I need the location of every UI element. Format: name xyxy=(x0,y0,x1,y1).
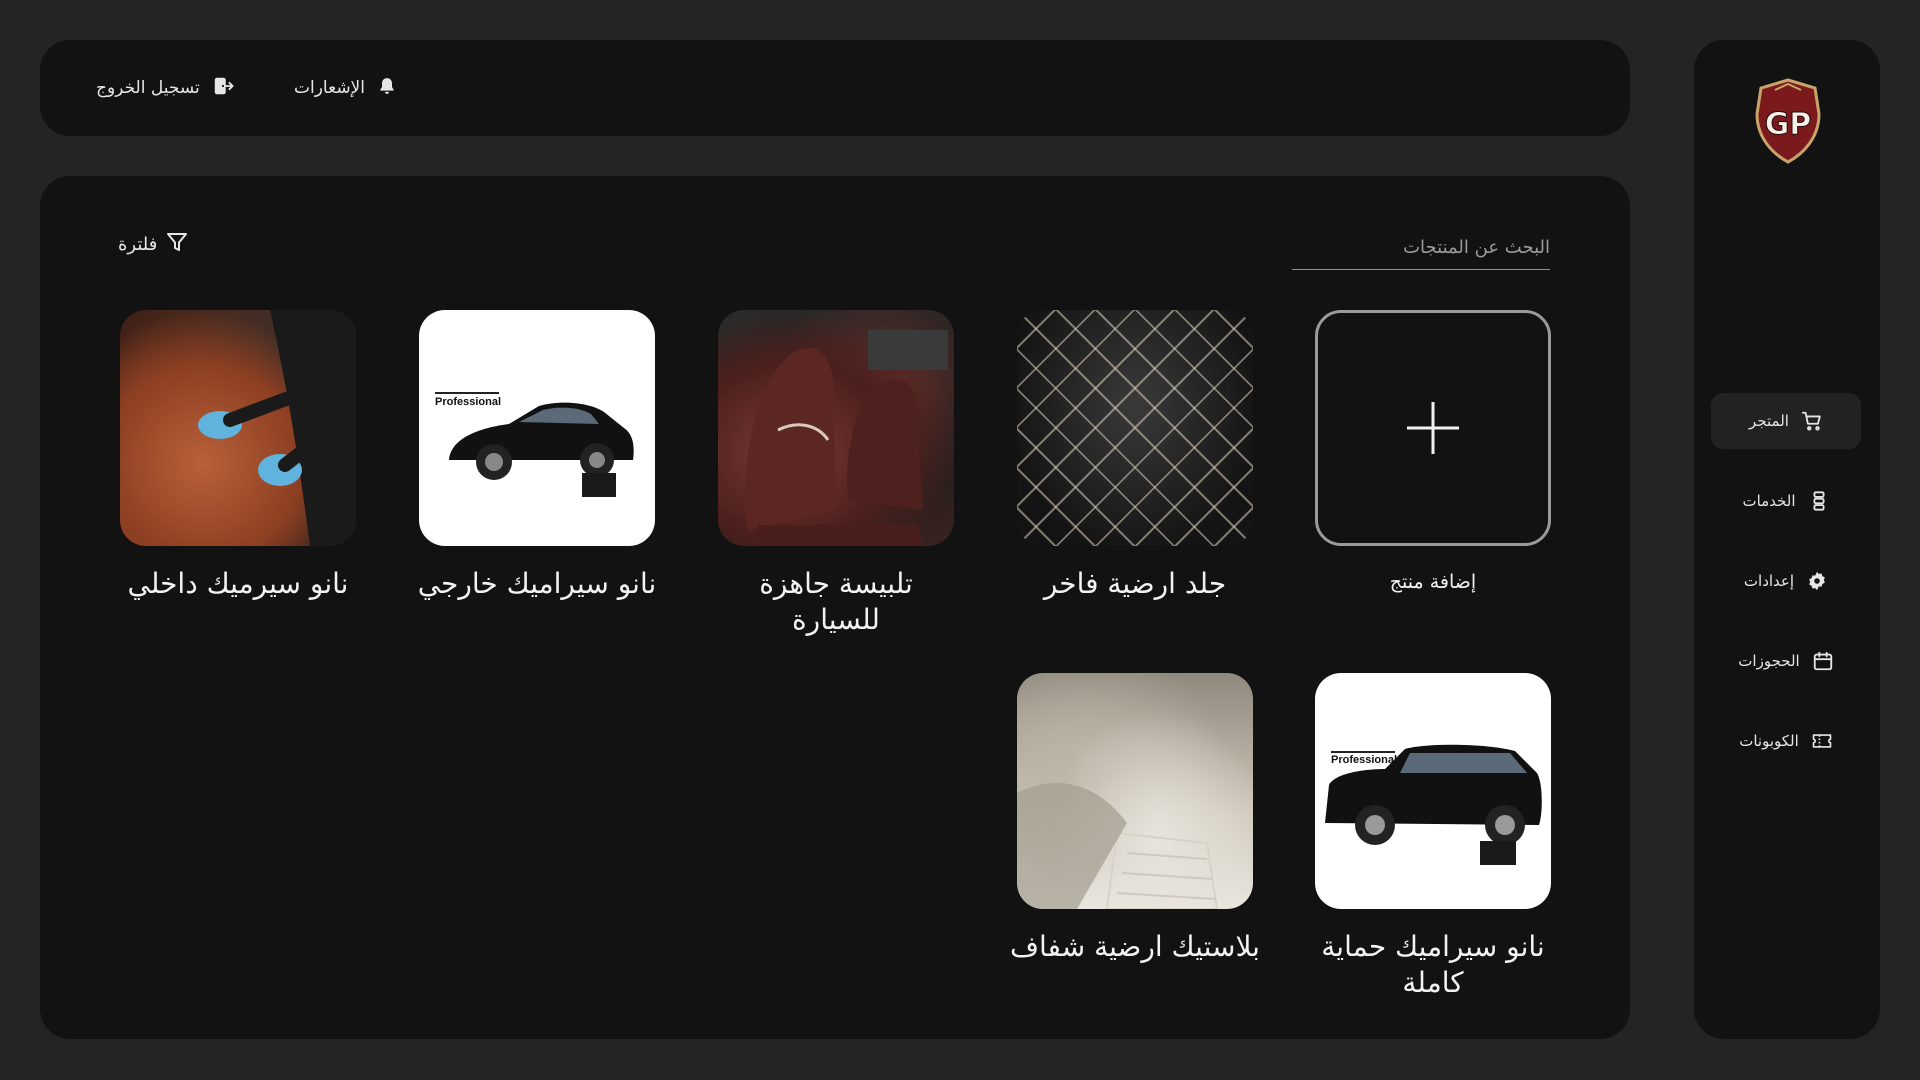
product-image: Professional xyxy=(1315,673,1551,909)
logout-icon xyxy=(212,75,234,102)
product-card[interactable]: جلد ارضية فاخر xyxy=(1017,310,1253,602)
product-title: نانو سيرميك داخلي xyxy=(127,567,349,600)
server-stack-icon xyxy=(1808,490,1830,512)
gear-icon xyxy=(1806,570,1828,592)
brand-label: Professional xyxy=(435,396,502,408)
product-image xyxy=(1017,673,1253,909)
product-image: Professional xyxy=(419,310,655,546)
product-card[interactable]: نانو سيرميك داخلي xyxy=(120,310,356,602)
product-image xyxy=(718,310,954,546)
brand-logo[interactable]: GP xyxy=(1753,78,1823,164)
product-image xyxy=(1017,310,1253,546)
add-product-tile[interactable] xyxy=(1315,310,1551,546)
filter-button[interactable]: فلترة xyxy=(118,228,189,260)
brand-label: Professional xyxy=(1331,754,1398,766)
sidebar-item-store[interactable]: المتجر xyxy=(1711,393,1861,449)
add-product-label: إضافة منتج xyxy=(1389,571,1477,593)
product-search-input[interactable] xyxy=(1292,226,1550,269)
plus-icon xyxy=(1407,402,1459,454)
filter-label: فلترة xyxy=(118,233,158,255)
product-title: بلاستيك ارضية شفاف xyxy=(1010,930,1260,963)
product-card[interactable]: بلاستيك ارضية شفاف xyxy=(1010,673,1260,965)
product-image xyxy=(120,310,356,546)
product-title: جلد ارضية فاخر xyxy=(1043,567,1227,600)
calendar-icon xyxy=(1812,650,1834,672)
product-card[interactable]: Professional نانو سيراميك حماية كاملة xyxy=(1315,673,1551,1001)
top-bar: تسجيل الخروج الإشعارات xyxy=(40,40,1630,136)
product-title: تلبيسة جاهزة للسيارة xyxy=(759,567,913,636)
sidebar-item-bookings[interactable]: الحجوزات xyxy=(1711,633,1861,689)
product-card[interactable]: Professional نانو سيراميك خارجي xyxy=(418,310,656,602)
product-card[interactable]: تلبيسة جاهزة للسيارة xyxy=(718,310,954,638)
logout-button[interactable]: تسجيل الخروج xyxy=(96,40,234,136)
sidebar-item-label: الكوبونات xyxy=(1739,732,1799,750)
logo-text: GP xyxy=(1765,107,1812,142)
sidebar-item-label: إعدادات xyxy=(1743,572,1795,590)
ticket-icon xyxy=(1811,730,1833,752)
sidebar-item-coupons[interactable]: الكوبونات xyxy=(1711,713,1861,769)
notifications-button[interactable]: الإشعارات xyxy=(294,40,397,136)
sidebar-item-label: الخدمات xyxy=(1742,492,1796,510)
product-title: نانو سيراميك حماية كاملة xyxy=(1321,930,1545,999)
sidebar-item-services[interactable]: الخدمات xyxy=(1711,473,1861,529)
product-title: نانو سيراميك خارجي xyxy=(417,567,657,600)
add-product-card[interactable]: إضافة منتج xyxy=(1315,310,1551,596)
store-panel: فلترة إضافة منتج جلد ارضية فاخر xyxy=(40,176,1630,1039)
sidebar-item-settings[interactable]: إعدادات xyxy=(1711,553,1861,609)
logout-label: تسجيل الخروج xyxy=(96,78,200,98)
notifications-label: الإشعارات xyxy=(294,78,365,98)
sidebar-item-label: الحجوزات xyxy=(1738,652,1800,670)
sidebar: GP المتجر الخدمات إعدادات الحجوزات الكوب… xyxy=(1694,40,1880,1039)
sidebar-item-label: المتجر xyxy=(1749,412,1789,430)
app-root: GP المتجر الخدمات إعدادات الحجوزات الكوب… xyxy=(0,0,1920,1080)
funnel-icon xyxy=(165,230,189,259)
search-bar xyxy=(1292,226,1550,270)
sidebar-nav: المتجر الخدمات إعدادات الحجوزات الكوبونا… xyxy=(1711,393,1861,769)
bell-icon xyxy=(377,75,397,102)
cart-icon xyxy=(1801,410,1823,432)
